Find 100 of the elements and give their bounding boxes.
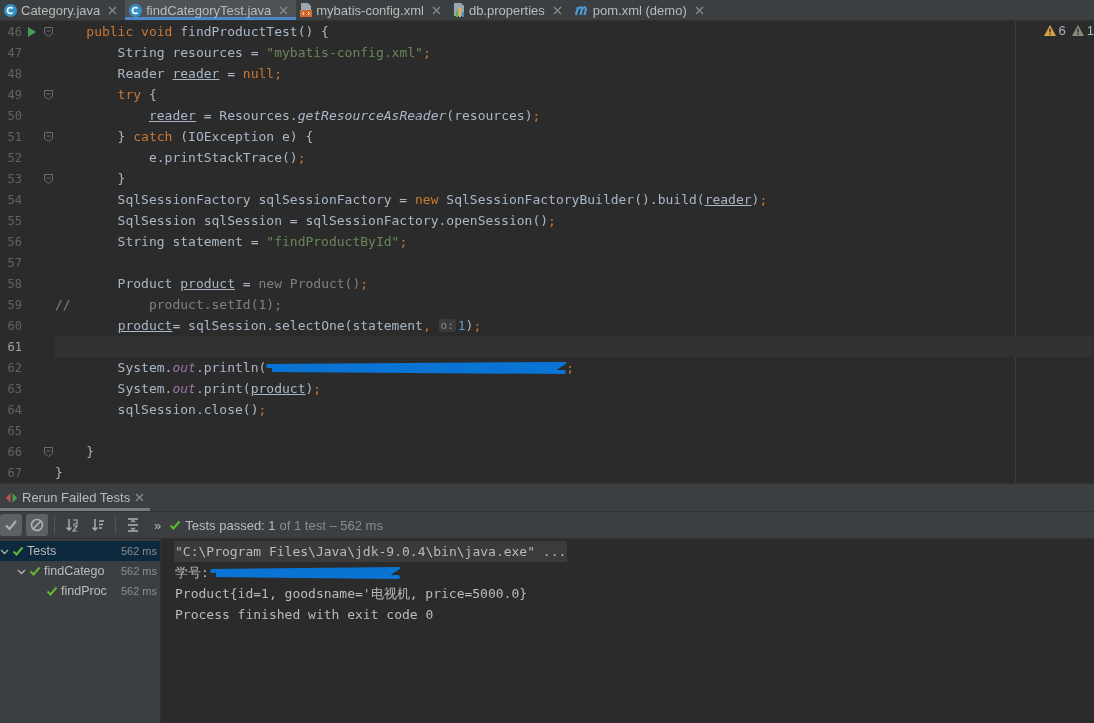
sort-icon bbox=[65, 518, 79, 532]
code-text: out bbox=[172, 360, 196, 375]
class-icon bbox=[129, 3, 143, 17]
tab-label: db.properties bbox=[468, 2, 545, 18]
close-icon[interactable] bbox=[694, 5, 704, 15]
xml-file-icon bbox=[300, 3, 313, 17]
line-number: 47 bbox=[6, 45, 22, 60]
fold-marker-icon[interactable] bbox=[44, 173, 53, 184]
code-line: String statement = "findProductById"; bbox=[116, 234, 408, 249]
line-number: 63 bbox=[6, 381, 22, 396]
close-icon[interactable] bbox=[135, 493, 145, 502]
code-line: Product product = new Product(); bbox=[116, 276, 369, 291]
line-number: 57 bbox=[6, 255, 22, 270]
more-button[interactable]: » bbox=[154, 517, 162, 533]
code-text: , bbox=[422, 318, 432, 333]
fold-marker-icon[interactable] bbox=[44, 131, 53, 142]
tab-label: mybatis-config.xml bbox=[316, 2, 424, 18]
code-text: ; bbox=[473, 318, 482, 333]
line-number: 62 bbox=[6, 360, 22, 375]
code-line: public void findProductTest() { bbox=[85, 24, 329, 39]
toolbar-button[interactable] bbox=[0, 514, 22, 536]
line-number: 64 bbox=[6, 402, 22, 417]
code-text: 1 bbox=[457, 318, 466, 333]
line-number: 66 bbox=[6, 444, 22, 459]
editor-tab[interactable]: pom.xml (demo) bbox=[569, 0, 712, 20]
editor-tab[interactable]: db.properties bbox=[448, 0, 570, 20]
code-line: } bbox=[116, 171, 126, 186]
warning-count: 6 bbox=[1058, 23, 1066, 38]
code-line: try { bbox=[116, 87, 157, 102]
cancel-icon bbox=[30, 518, 44, 532]
run-tab[interactable]: Rerun Failed Tests bbox=[0, 484, 151, 511]
fold-marker-icon[interactable] bbox=[44, 446, 53, 457]
line-number: 49 bbox=[6, 87, 22, 102]
check-icon bbox=[12, 545, 24, 557]
line-number: 55 bbox=[6, 213, 22, 228]
code-line: } bbox=[85, 444, 95, 459]
properties-file-icon bbox=[452, 3, 465, 17]
check-icon bbox=[4, 518, 18, 532]
code-line: String resources = "mybatis-config.xml"; bbox=[116, 45, 431, 60]
expand-all-icon bbox=[126, 518, 140, 532]
test-tree-item[interactable]: findProc 562 ms bbox=[0, 581, 160, 601]
line-number: 67 bbox=[6, 465, 22, 480]
fold-marker-icon[interactable] bbox=[44, 26, 53, 37]
test-name: findProc bbox=[61, 584, 107, 598]
maven-icon bbox=[573, 4, 589, 16]
close-icon[interactable] bbox=[279, 5, 289, 15]
line-number: 58 bbox=[6, 276, 22, 291]
warning-icon[interactable] bbox=[1043, 25, 1056, 36]
code-line: Reader reader = null; bbox=[116, 66, 282, 81]
rerun-icon bbox=[6, 492, 17, 503]
tab-label: pom.xml (demo) bbox=[592, 2, 687, 18]
code-text: = sqlSession.selectOne(statement bbox=[172, 318, 423, 333]
close-icon[interactable] bbox=[431, 5, 441, 15]
toolbar-button[interactable] bbox=[26, 514, 48, 536]
code-text: .println( bbox=[195, 360, 267, 375]
code-text: product bbox=[117, 318, 173, 333]
tab-label: findCategoryTest.java bbox=[146, 2, 272, 18]
line-number: 53 bbox=[6, 171, 22, 186]
test-tree-item[interactable]: Tests 562 ms bbox=[0, 541, 160, 561]
test-tree-item[interactable]: findCatego 562 ms bbox=[0, 561, 160, 581]
code-line: e.printStackTrace(); bbox=[147, 150, 306, 165]
code-text: System. bbox=[116, 360, 173, 375]
console-output: "C:\Program Files\Java\jdk-9.0.4\bin\java.exe" ... bbox=[174, 541, 568, 562]
line-number: 61 bbox=[6, 339, 22, 354]
test-name: Tests bbox=[27, 544, 57, 558]
code-line: System.out.print(product); bbox=[116, 381, 322, 396]
test-duration: 562 ms bbox=[120, 565, 157, 577]
code-line: SqlSessionFactory sqlSessionFactory = new SqlSessionFactoryBuilder().build(reader); bbox=[116, 192, 768, 207]
check-icon bbox=[169, 519, 182, 531]
fold-marker-icon[interactable] bbox=[44, 89, 53, 100]
close-icon[interactable] bbox=[108, 5, 118, 15]
run-icon[interactable] bbox=[27, 26, 36, 37]
console-output: Process finished with exit code 0 bbox=[174, 606, 435, 624]
line-number: 54 bbox=[6, 192, 22, 207]
line-number: 50 bbox=[6, 108, 22, 123]
line-number: 52 bbox=[6, 150, 22, 165]
code-line: // product.setId(1); bbox=[55, 297, 282, 312]
line-number: 51 bbox=[6, 129, 22, 144]
line-number: 60 bbox=[6, 318, 22, 333]
code-line: sqlSession.close(); bbox=[116, 402, 267, 417]
code-text: ) bbox=[465, 318, 474, 333]
editor-tab[interactable]: findCategoryTest.java bbox=[125, 0, 297, 20]
warning-count: 1 bbox=[1086, 23, 1094, 38]
editor-tab[interactable]: Category.java bbox=[0, 0, 126, 20]
editor-tab[interactable]: mybatis-config.xml bbox=[296, 0, 449, 20]
line-number: 46 bbox=[6, 24, 22, 39]
close-icon[interactable] bbox=[552, 5, 562, 15]
line-number: 56 bbox=[6, 234, 22, 249]
check-icon bbox=[46, 585, 58, 597]
code-line: reader = Resources.getResourceAsReader(resources); bbox=[147, 108, 541, 123]
line-number: 59 bbox=[6, 297, 22, 312]
tab-label: Rerun Failed Tests bbox=[22, 490, 131, 505]
tests-passed-label: Tests passed: 1 bbox=[185, 517, 276, 533]
tab-label: Category.java bbox=[21, 2, 101, 18]
line-number: 48 bbox=[6, 66, 22, 81]
check-icon bbox=[29, 565, 41, 577]
warning-icon[interactable] bbox=[1071, 25, 1084, 36]
test-name: findCatego bbox=[44, 564, 105, 578]
line-number: 65 bbox=[6, 423, 22, 438]
test-summary: of 1 test – 562 ms bbox=[279, 517, 383, 533]
